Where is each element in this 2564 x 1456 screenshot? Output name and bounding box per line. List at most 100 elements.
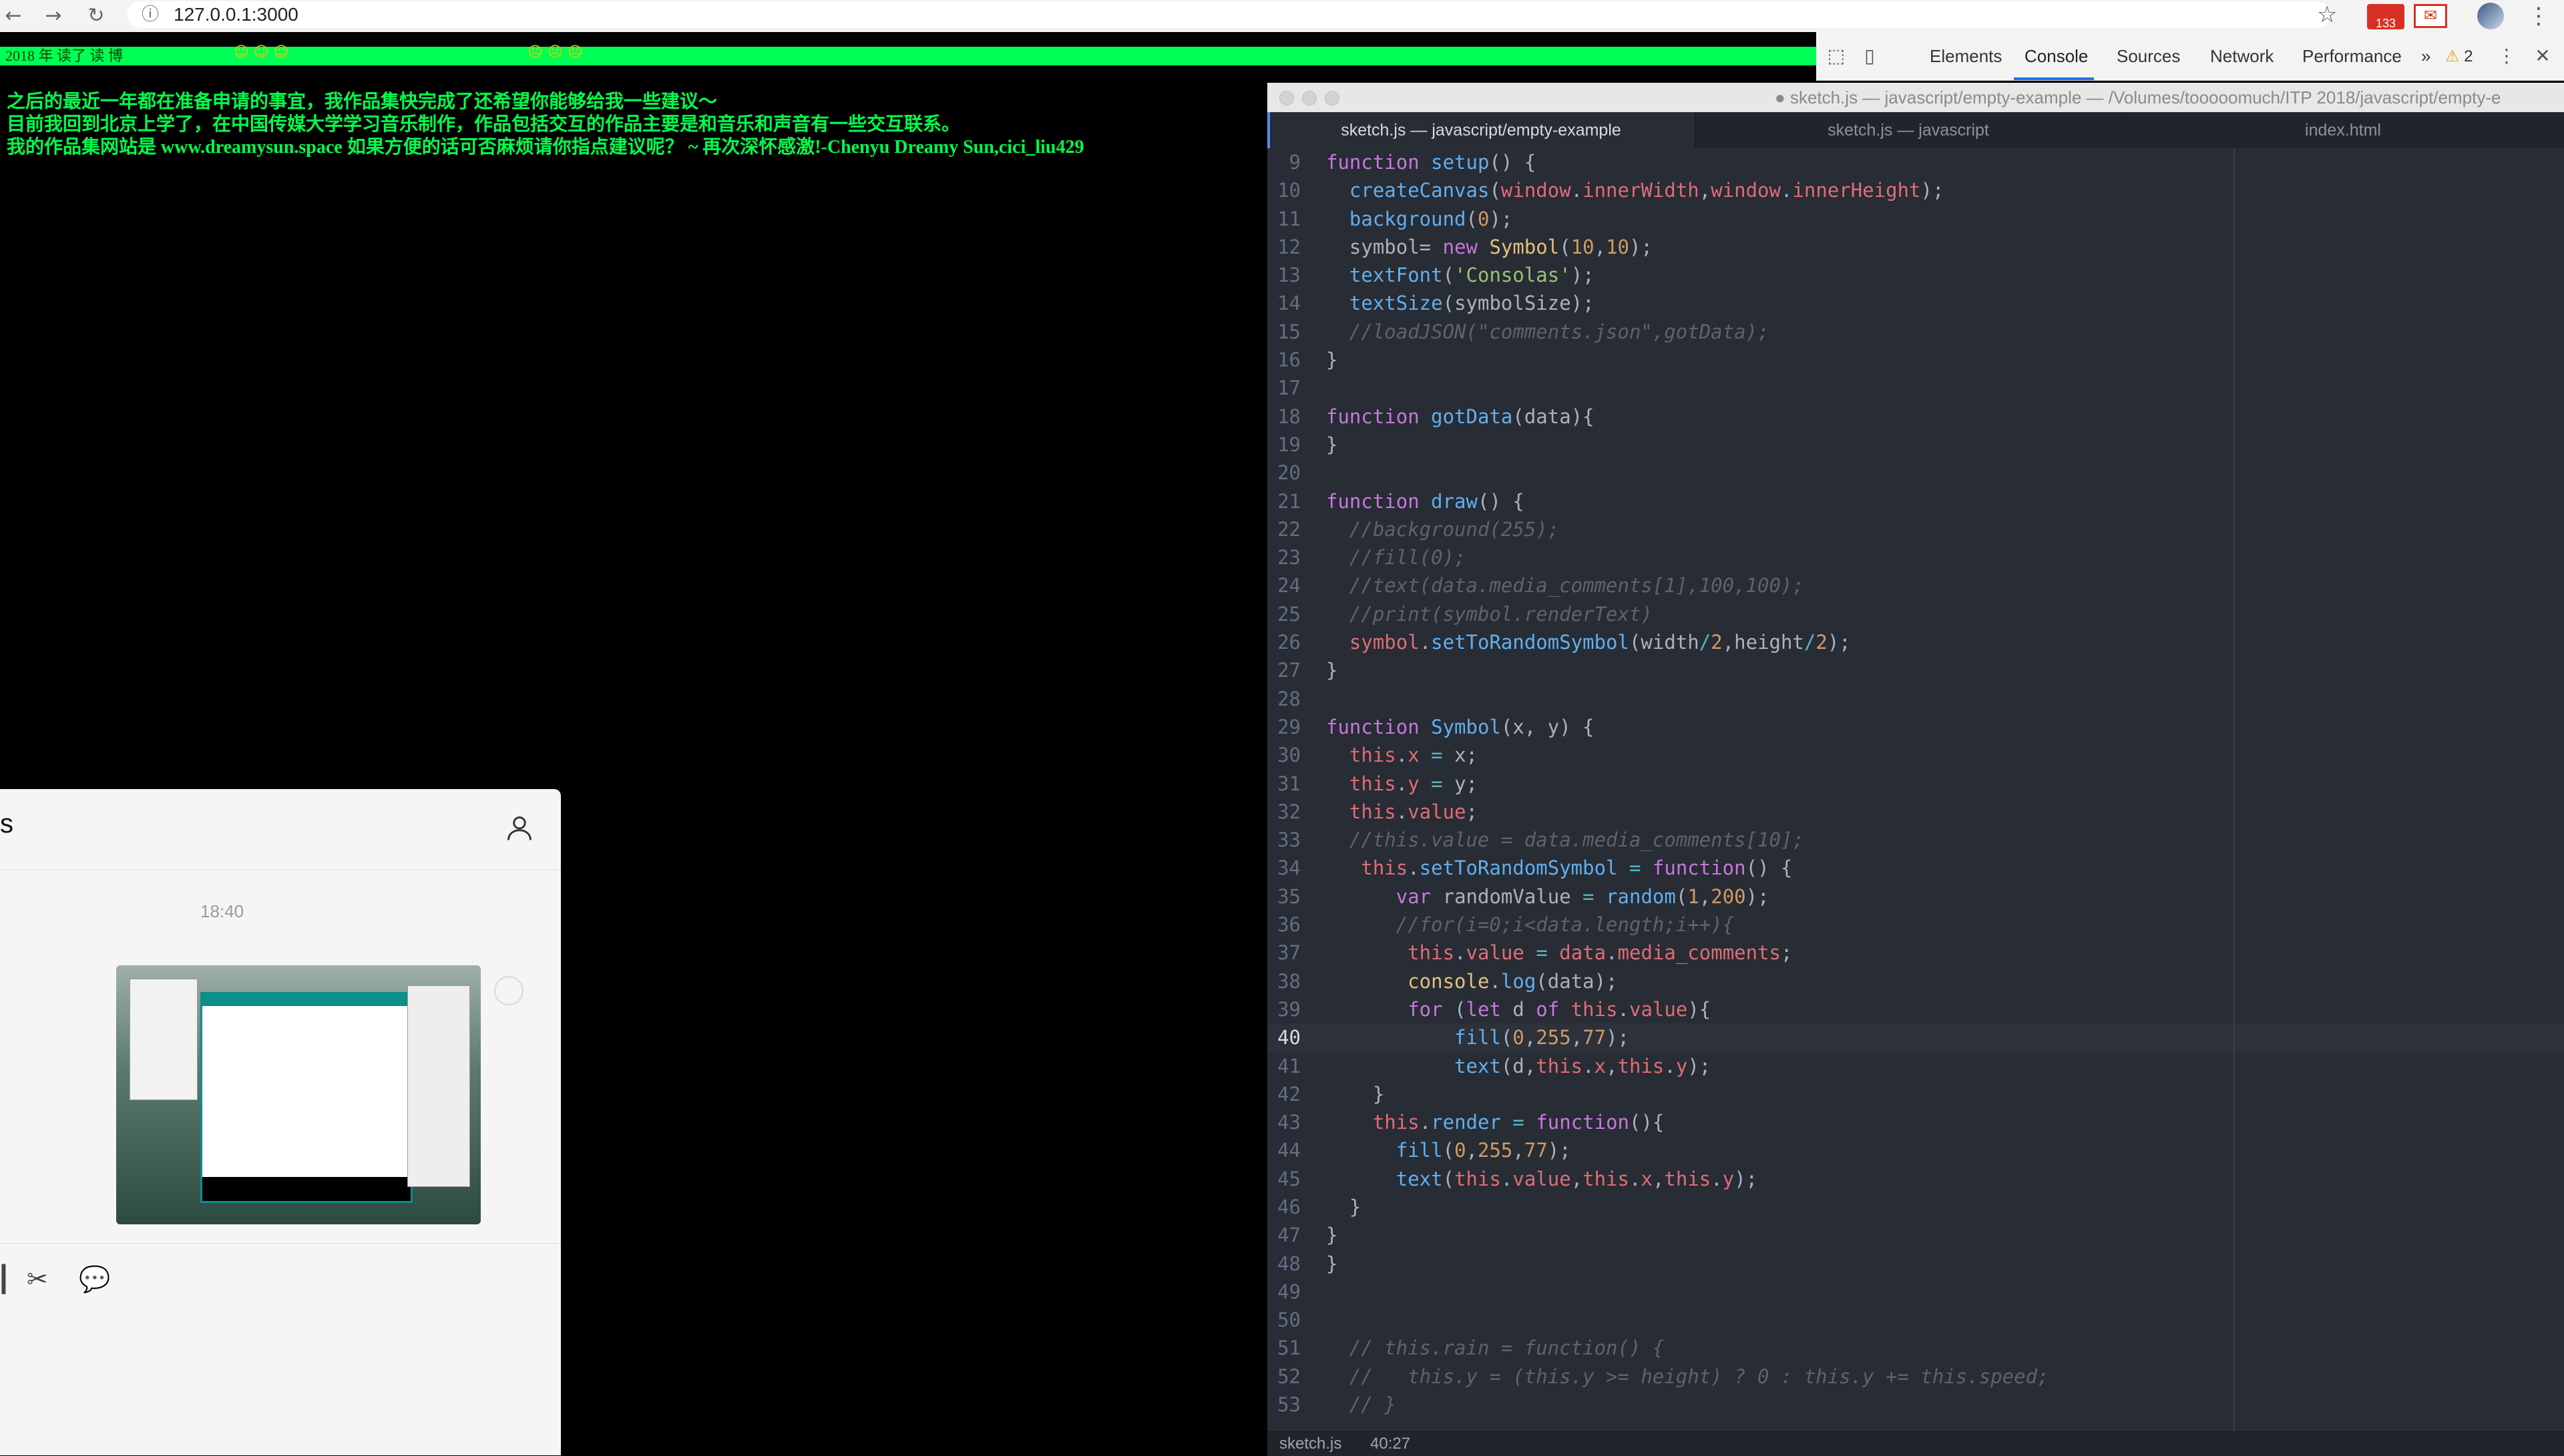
line-number: 18 <box>1277 405 1301 428</box>
code-line[interactable]: 30 this.x = x; <box>1267 741 2564 769</box>
code-line[interactable]: 11 background(0); <box>1267 205 2564 233</box>
code-line[interactable]: 35 var randomValue = random(1,200); <box>1267 883 2564 911</box>
code-token: 'Consolas' <box>1454 264 1571 287</box>
editor-tab-index[interactable]: index.html <box>2122 112 2564 148</box>
close-devtools-icon[interactable]: ✕ <box>2531 44 2555 68</box>
maximize-window-button[interactable] <box>1325 91 1339 105</box>
code-token: , <box>1652 1167 1665 1190</box>
code-token: 200 <box>1711 885 1746 908</box>
code-line[interactable]: 10 createCanvas(window.innerWidth,window… <box>1267 176 2564 204</box>
device-toggle-icon[interactable]: ▯ <box>1858 44 1882 68</box>
code-line[interactable]: 41 text(d,this.x,this.y); <box>1267 1052 2564 1080</box>
code-line[interactable]: 32 this.value; <box>1267 798 2564 826</box>
tab-performance[interactable]: Performance <box>2302 44 2402 68</box>
code-text: } <box>1326 431 1337 459</box>
code-line[interactable]: 33 //this.value = data.media_comments[10… <box>1267 826 2564 854</box>
chat-bubble-icon[interactable]: 💬 <box>79 1264 110 1294</box>
code-token: this <box>1664 1167 1711 1190</box>
code-line[interactable]: 45 text(this.value,this.x,this.y); <box>1267 1165 2564 1193</box>
code-line[interactable]: 37 this.value = data.media_comments; <box>1267 939 2564 967</box>
inspect-element-icon[interactable]: ⬚ <box>1824 44 1848 68</box>
code-line[interactable]: 42 } <box>1267 1080 2564 1108</box>
person-icon[interactable] <box>505 813 534 842</box>
code-line[interactable]: 34 this.setToRandomSymbol = function() { <box>1267 854 2564 882</box>
code-line[interactable]: 27} <box>1267 656 2564 684</box>
code-line[interactable]: 12 symbol= new Symbol(10,10); <box>1267 233 2564 261</box>
cursor-position[interactable]: 40:27 <box>1370 1432 1410 1456</box>
code-line[interactable]: 28 <box>1267 685 2564 713</box>
code-line[interactable]: 38 console.log(data); <box>1267 967 2564 995</box>
code-token: randomValue <box>1442 885 1583 908</box>
address-bar[interactable]: ⓘ 127.0.0.1:3000 <box>127 1 2330 28</box>
code-line[interactable]: 26 symbol.setToRandomSymbol(width/2,heig… <box>1267 628 2564 656</box>
code-line[interactable]: 52 // this.y = (this.y >= height) ? 0 : … <box>1267 1363 2564 1391</box>
reaction-icon[interactable] <box>494 976 523 1005</box>
devtools-menu-icon[interactable]: ⋮ <box>2495 44 2519 68</box>
code-line[interactable]: 51 // this.rain = function() { <box>1267 1334 2564 1362</box>
profile-avatar[interactable] <box>2477 3 2504 29</box>
code-line[interactable]: 15 //loadJSON("comments.json",gotData); <box>1267 318 2564 346</box>
status-file[interactable]: sketch.js <box>1279 1432 1341 1456</box>
code-line[interactable]: 25 //print(symbol.renderText) <box>1267 600 2564 628</box>
code-line[interactable]: 20 <box>1267 459 2564 487</box>
back-arrow-icon[interactable]: ← <box>0 3 27 29</box>
info-icon[interactable]: ⓘ <box>142 1 159 28</box>
code-line[interactable]: 19} <box>1267 431 2564 459</box>
message-timestamp: 18:40 <box>200 901 244 921</box>
code-line[interactable]: 22 //background(255); <box>1267 515 2564 543</box>
code-line[interactable]: 18 function gotData(data){ <box>1267 403 2564 431</box>
gmail-extension-icon[interactable]: 133 <box>2367 4 2404 30</box>
screenshot-thumbnail[interactable] <box>116 965 481 1224</box>
code-line[interactable]: 23 //fill(0); <box>1267 543 2564 571</box>
warning-count: 2 <box>2464 47 2473 65</box>
code-line[interactable]: 16} <box>1267 346 2564 374</box>
code-token: this <box>1617 1054 1665 1077</box>
code-line[interactable]: 9 function setup() { <box>1267 148 2564 176</box>
scissors-icon[interactable]: ✂ <box>27 1264 48 1294</box>
code-line[interactable]: 46 } <box>1267 1193 2564 1221</box>
code-line[interactable]: 50 <box>1267 1306 2564 1334</box>
tab-elements[interactable]: Elements <box>1930 44 2002 68</box>
tab-sources[interactable]: Sources <box>2117 44 2180 68</box>
code-token: , <box>1570 1167 1583 1190</box>
warnings-counter[interactable]: ⚠ 2 <box>2445 44 2473 69</box>
code-token: (d, <box>1500 1054 1536 1077</box>
code-line[interactable]: 43 this.render = function(){ <box>1267 1108 2564 1136</box>
code-line[interactable]: 44 fill(0,255,77); <box>1267 1136 2564 1164</box>
code-line[interactable]: 39 for (let d of this.value){ <box>1267 995 2564 1023</box>
code-line[interactable]: 47} <box>1267 1221 2564 1249</box>
code-token: textSize <box>1349 292 1443 315</box>
code-token: = <box>1431 744 1443 767</box>
forward-arrow-icon[interactable]: → <box>40 3 67 29</box>
url-text[interactable]: 127.0.0.1:3000 <box>174 1 298 28</box>
code-line[interactable]: 13 textFont('Consolas'); <box>1267 261 2564 289</box>
code-line[interactable]: 48} <box>1267 1250 2564 1278</box>
code-line[interactable]: 24 //text(data.media_comments[1],100,100… <box>1267 571 2564 599</box>
code-token: . <box>1582 1054 1594 1077</box>
editor-tab-sketch-js[interactable]: sketch.js — javascript <box>1695 112 2123 148</box>
code-line[interactable]: 29 function Symbol(x, y) { <box>1267 713 2564 741</box>
code-line[interactable]: 14 textSize(symbolSize); <box>1267 289 2564 317</box>
mail-extension-icon[interactable]: ✉ <box>2414 4 2447 28</box>
code-line[interactable]: 36 //for(i=0;i<data.length;i++){ <box>1267 911 2564 939</box>
editor-tab-sketch[interactable]: sketch.js — javascript/empty-example <box>1267 112 1695 148</box>
code-line[interactable]: 49 <box>1267 1278 2564 1306</box>
minimize-window-button[interactable] <box>1302 91 1317 105</box>
code-token: textFont <box>1349 264 1443 287</box>
code-area[interactable]: 9 function setup() {10 createCanvas(windo… <box>1267 148 2564 1450</box>
folder-icon[interactable]: ┃ <box>0 1264 11 1294</box>
code-token: . <box>1780 179 1793 202</box>
code-line[interactable]: 31 this.y = y; <box>1267 770 2564 798</box>
close-window-button[interactable] <box>1279 91 1294 105</box>
code-line[interactable]: 21 function draw() { <box>1267 487 2564 515</box>
code-token: 1 <box>1687 885 1699 908</box>
code-line[interactable]: 40 fill(0,255,77); <box>1267 1023 2564 1052</box>
reload-icon[interactable]: ↻ <box>83 3 110 29</box>
tab-console[interactable]: Console <box>2024 44 2088 68</box>
more-tabs-icon[interactable]: » <box>2421 44 2430 68</box>
code-line[interactable]: 17 <box>1267 374 2564 402</box>
bookmark-star-icon[interactable]: ☆ <box>2317 1 2337 28</box>
tab-network[interactable]: Network <box>2210 44 2274 68</box>
code-line[interactable]: 53 // } <box>1267 1391 2564 1419</box>
browser-menu-icon[interactable]: ⋮ <box>2527 3 2550 29</box>
